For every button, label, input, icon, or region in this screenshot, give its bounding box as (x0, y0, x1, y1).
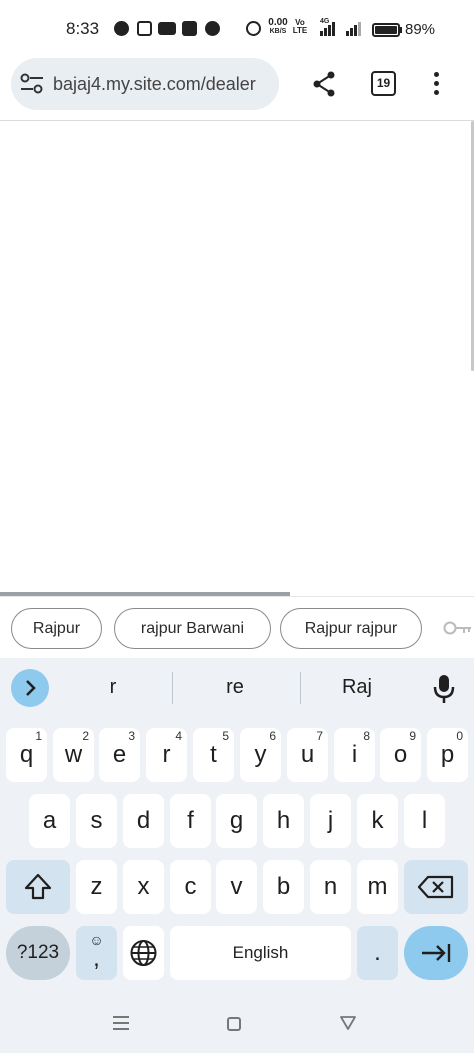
key-s[interactable]: s (76, 794, 117, 848)
key-q[interactable]: q1 (6, 728, 47, 782)
network-speed-value: 0.00 (268, 17, 288, 28)
comma-label: , (93, 945, 100, 972)
backspace-icon (417, 875, 454, 899)
key-z[interactable]: z (76, 860, 117, 914)
key-l[interactable]: l (404, 794, 445, 848)
key-icon[interactable] (442, 619, 472, 637)
share-icon[interactable] (308, 68, 340, 100)
key-n[interactable]: n (310, 860, 351, 914)
signal-icon-sim1 (320, 21, 338, 36)
key-v[interactable]: v (216, 860, 257, 914)
key-w[interactable]: w2 (53, 728, 94, 782)
alarm-icon (246, 21, 261, 36)
word-suggestion[interactable]: r (63, 676, 163, 699)
music-icon (182, 21, 197, 36)
period-key[interactable]: . (357, 926, 398, 980)
network-speed: 0.00 KB/S (265, 18, 291, 36)
chrome-icon (205, 21, 220, 36)
key-j[interactable]: j (310, 794, 351, 848)
key-o[interactable]: o9 (380, 728, 421, 782)
url-text[interactable]: bajaj4.my.site.com/dealer (53, 74, 275, 95)
battery-icon (372, 23, 400, 37)
youtube-icon (158, 22, 176, 35)
status-bar: 8:33 0.00 KB/S Vo LTE 4G 89% (0, 0, 474, 58)
address-bar[interactable]: bajaj4.my.site.com/dealer (11, 58, 279, 110)
whatsapp-icon (114, 21, 129, 36)
chevron-right-icon (26, 680, 36, 696)
network-speed-unit: KB/S (269, 28, 287, 35)
toolbar-expand-button[interactable] (11, 669, 49, 707)
volte-label: Vo LTE (292, 18, 308, 35)
next-key[interactable] (404, 926, 468, 980)
key-d[interactable]: d (123, 794, 164, 848)
instagram-icon (137, 21, 152, 36)
tab-switcher-button[interactable]: 19 (371, 71, 396, 96)
emoji-comma-key[interactable]: ☺ , (76, 926, 117, 980)
word-suggestion[interactable]: re (185, 676, 285, 699)
recents-button[interactable] (113, 1016, 129, 1030)
symbols-key[interactable]: ?123 (6, 926, 70, 980)
key-r[interactable]: r4 (146, 728, 187, 782)
key-m[interactable]: m (357, 860, 398, 914)
key-h[interactable]: h (263, 794, 304, 848)
battery-percent: 89% (405, 21, 436, 38)
key-e[interactable]: e3 (99, 728, 140, 782)
key-f[interactable]: f (170, 794, 211, 848)
word-suggestion[interactable]: Raj (307, 676, 407, 699)
autofill-chip[interactable]: Rajpur rajpur (280, 608, 422, 649)
system-navigation-bar (0, 1000, 474, 1053)
status-time: 8:33 (66, 19, 100, 38)
key-t[interactable]: t5 (193, 728, 234, 782)
signal-icon-sim2 (346, 21, 364, 36)
more-menu-icon[interactable] (425, 70, 449, 98)
back-button[interactable] (339, 1015, 357, 1031)
backspace-key[interactable] (404, 860, 468, 914)
autofill-suggestion-strip: Rajpur rajpur Barwani Rajpur rajpur (0, 596, 474, 658)
key-k[interactable]: k (357, 794, 398, 848)
shift-key[interactable] (6, 860, 70, 914)
keyboard-suggestion-bar: r re Raj (0, 658, 474, 718)
globe-icon (130, 940, 157, 966)
arrow-right-to-bar-icon (422, 944, 451, 962)
home-button[interactable] (227, 1017, 241, 1031)
key-a[interactable]: a (29, 794, 70, 848)
key-i[interactable]: i8 (334, 728, 375, 782)
key-p[interactable]: p0 (427, 728, 468, 782)
key-u[interactable]: u7 (287, 728, 328, 782)
key-g[interactable]: g (216, 794, 257, 848)
language-key[interactable] (123, 926, 164, 980)
key-b[interactable]: b (263, 860, 304, 914)
key-c[interactable]: c (170, 860, 211, 914)
shift-icon (24, 873, 52, 900)
autofill-chip[interactable]: rajpur Barwani (114, 608, 271, 649)
site-settings-icon[interactable] (19, 72, 45, 96)
keyboard: r re Raj q1 w2 e3 r4 t5 y6 u7 i8 o9 p0 a… (0, 658, 474, 1053)
web-content-area[interactable] (0, 121, 474, 593)
microphone-icon[interactable] (430, 673, 458, 705)
space-bar[interactable]: English (170, 926, 351, 980)
autofill-chip[interactable]: Rajpur (11, 608, 102, 649)
key-x[interactable]: x (123, 860, 164, 914)
key-y[interactable]: y6 (240, 728, 281, 782)
